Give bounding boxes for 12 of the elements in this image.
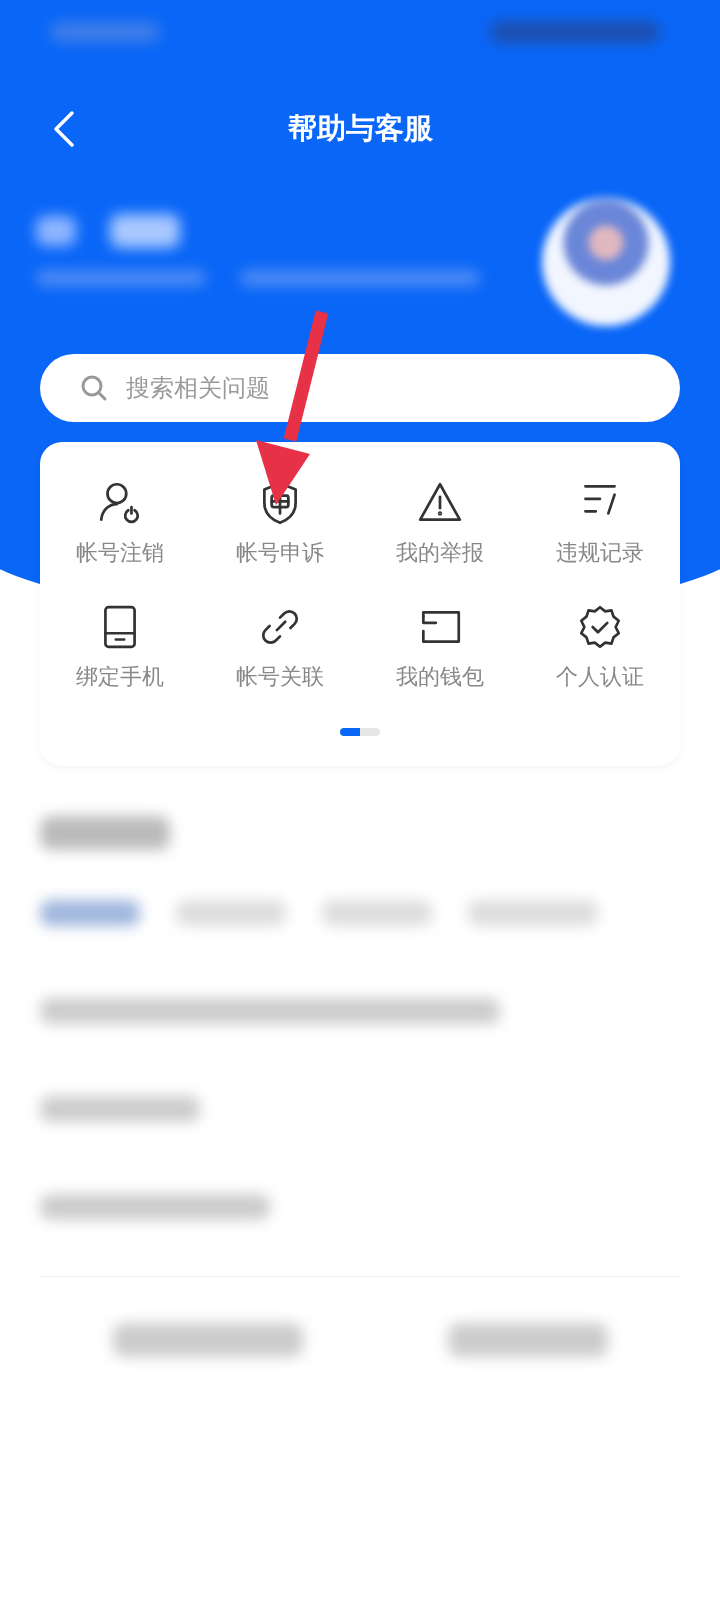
shortcut-item[interactable]: 我的举报 xyxy=(360,478,520,568)
redacted-text xyxy=(36,216,76,246)
shortcut-item[interactable]: 我的钱包 xyxy=(360,602,520,692)
shortcut-item[interactable]: 帐号注销 xyxy=(40,478,200,568)
redacted-text xyxy=(110,214,180,248)
shortcut-item[interactable]: 帐号申诉 xyxy=(200,478,360,568)
shortcut-item[interactable]: 违规记录 xyxy=(520,478,680,568)
page-title: 帮助与客服 xyxy=(287,110,433,147)
shortcut-item[interactable]: 绑定手机 xyxy=(40,602,200,692)
shortcut-item[interactable]: 帐号关联 xyxy=(200,602,360,692)
shortcut-item[interactable]: 个人认证 xyxy=(520,602,680,692)
search-field[interactable]: 搜索相关问题 xyxy=(40,354,680,422)
